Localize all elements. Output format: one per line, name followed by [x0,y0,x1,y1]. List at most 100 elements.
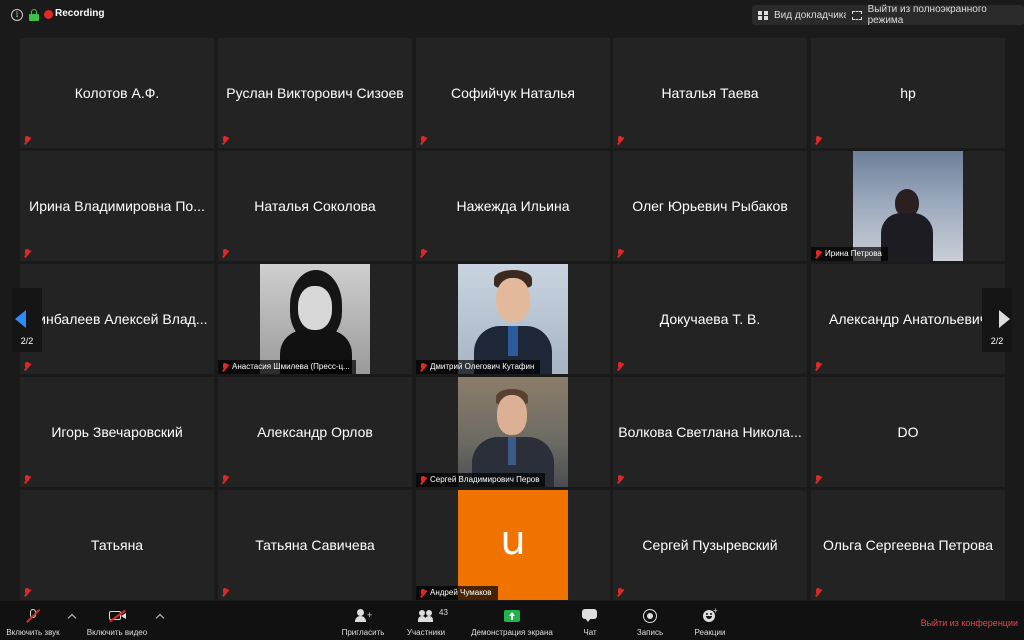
participant-caption: Ирина Петрова [811,247,888,261]
participant-video [260,264,370,374]
participants-count: 43 [439,608,448,617]
chat-label: Чат [583,628,597,637]
mic-muted-icon [814,136,822,145]
mic-muted-icon [221,136,229,145]
next-page-button[interactable]: 2/2 [982,288,1012,352]
participant-name: Дмитрий Олегович Кутафин [430,362,535,371]
participants-label: Участники [406,628,446,637]
participant-name: Ирина Петрова [825,249,882,258]
participant-name: Минбалеев Алексей Влад... [26,311,208,327]
participant-tile[interactable]: Софийчук Наталья [416,38,610,148]
mic-muted-icon [814,475,822,484]
participant-tile[interactable]: Наталья Соколова [218,151,412,261]
mic-muted-icon [419,589,427,598]
record-label: Запись [636,628,664,637]
mic-muted-icon [221,363,229,372]
avatar: u [458,490,568,600]
participant-tile[interactable]: Александр Анатольевич [811,264,1005,374]
participant-caption: Анастасия Шмилева (Пресс-ц... [218,360,356,374]
info-icon[interactable]: i [11,9,23,21]
speaker-view-button[interactable]: Вид докладчика [752,5,855,25]
chat-button[interactable]: Чат [578,601,602,640]
record-button[interactable]: Запись [633,601,667,640]
reactions-button[interactable]: + Реакции [690,601,730,640]
invite-button[interactable]: + Пригласить [337,601,389,640]
participant-name: Сергей Пузыревский [642,537,778,553]
add-user-icon: + [355,609,372,623]
participant-name: Руслан Викторович Сизоев [226,85,404,101]
mic-muted-icon [23,136,31,145]
mic-muted-icon [23,362,31,371]
recording-label: Recording [55,8,105,19]
participant-caption: Сергей Владимирович Перов [416,473,546,487]
participant-tile[interactable]: Руслан Викторович Сизоев [218,38,412,148]
participant-tile[interactable]: Игорь Звечаровский [20,377,214,487]
participant-tile[interactable]: Нажежда Ильина [416,151,610,261]
participant-tile[interactable]: Татьяна [20,490,214,600]
participant-name: Ирина Владимировна По... [29,198,205,214]
audio-options-chevron-icon[interactable] [67,613,77,623]
mic-muted-icon [221,588,229,597]
exit-fullscreen-icon [852,10,862,20]
lock-icon[interactable] [29,9,39,21]
participant-tile[interactable]: Анастасия Шмилева (Пресс-ц... [218,264,412,374]
participant-name: Александр Анатольевич [828,311,988,327]
participant-tile[interactable]: Татьяна Савичева [218,490,412,600]
participant-name: Наталья Соколова [254,198,376,214]
record-icon [642,609,658,623]
speaker-view-label: Вид докладчика [774,9,849,21]
participant-tile[interactable]: Ирина Петрова [811,151,1005,261]
unmute-button[interactable]: Включить звук [3,601,63,640]
mic-muted-icon [814,362,822,371]
share-screen-button[interactable]: Демонстрация экрана [466,601,558,640]
mic-muted-icon [419,476,427,485]
participant-tile[interactable]: Олег Юрьевич Рыбаков [613,151,807,261]
mic-muted-icon [23,588,31,597]
participant-tile[interactable]: Александр Орлов [218,377,412,487]
invite-label: Пригласить [341,628,385,637]
mic-muted-icon [814,588,822,597]
video-options-chevron-icon[interactable] [155,613,165,623]
share-screen-icon [504,609,520,623]
mic-muted-icon [814,250,822,259]
start-video-label: Включить видео [86,628,148,637]
participant-tile[interactable]: Сергей Владимирович Перов [416,377,610,487]
participant-tile[interactable]: Сергей Пузыревский [613,490,807,600]
participant-tile[interactable]: Волкова Светлана Никола... [613,377,807,487]
mic-muted-icon [616,362,624,371]
participant-tile[interactable]: DO [811,377,1005,487]
participant-name: Андрей Чумаков [430,588,492,597]
participant-tile[interactable]: Ирина Владимировна По... [20,151,214,261]
participant-tile[interactable]: hp [811,38,1005,148]
participant-name: Олег Юрьевич Рыбаков [632,198,788,214]
start-video-button[interactable]: Включить видео [84,601,150,640]
participants-icon [418,609,434,623]
participant-tile[interactable]: Дмитрий Олегович Кутафин [416,264,610,374]
participant-tile[interactable]: Колотов А.Ф. [20,38,214,148]
participant-name: Нажежда Ильина [456,198,570,214]
participant-name: Софийчук Наталья [450,85,576,101]
previous-page-button[interactable]: 2/2 [12,288,42,352]
participant-tile[interactable]: Наталья Таева [613,38,807,148]
participant-video [458,377,568,487]
participant-tile[interactable]: u Андрей Чумаков [416,490,610,600]
participant-name: Колотов А.Ф. [74,85,160,101]
mic-muted-icon [23,249,31,258]
avatar-letter: u [500,518,526,564]
exit-fullscreen-label: Выйти из полноэкранного режима [867,4,987,26]
participant-tile[interactable]: Ольга Сергеевна Петрова [811,490,1005,600]
participant-name: Сергей Владимирович Перов [430,475,540,484]
unmute-label: Включить звук [6,628,60,637]
mic-muted-icon [616,475,624,484]
participant-tile[interactable]: Минбалеев Алексей Влад... [20,264,214,374]
participant-name: DO [897,424,919,440]
leave-meeting-button[interactable]: Выйти из конференции [921,618,1018,628]
participant-video [853,151,963,261]
participant-name: Александр Орлов [257,424,373,440]
exit-fullscreen-button[interactable]: Выйти из полноэкранного режима [846,4,1024,26]
mic-muted-icon [616,588,624,597]
participant-name: Игорь Звечаровский [51,424,183,440]
participant-tile[interactable]: Докучаева Т. В. [613,264,807,374]
participant-name: Татьяна Савичева [255,537,375,553]
participants-button[interactable]: Участники [404,601,448,640]
